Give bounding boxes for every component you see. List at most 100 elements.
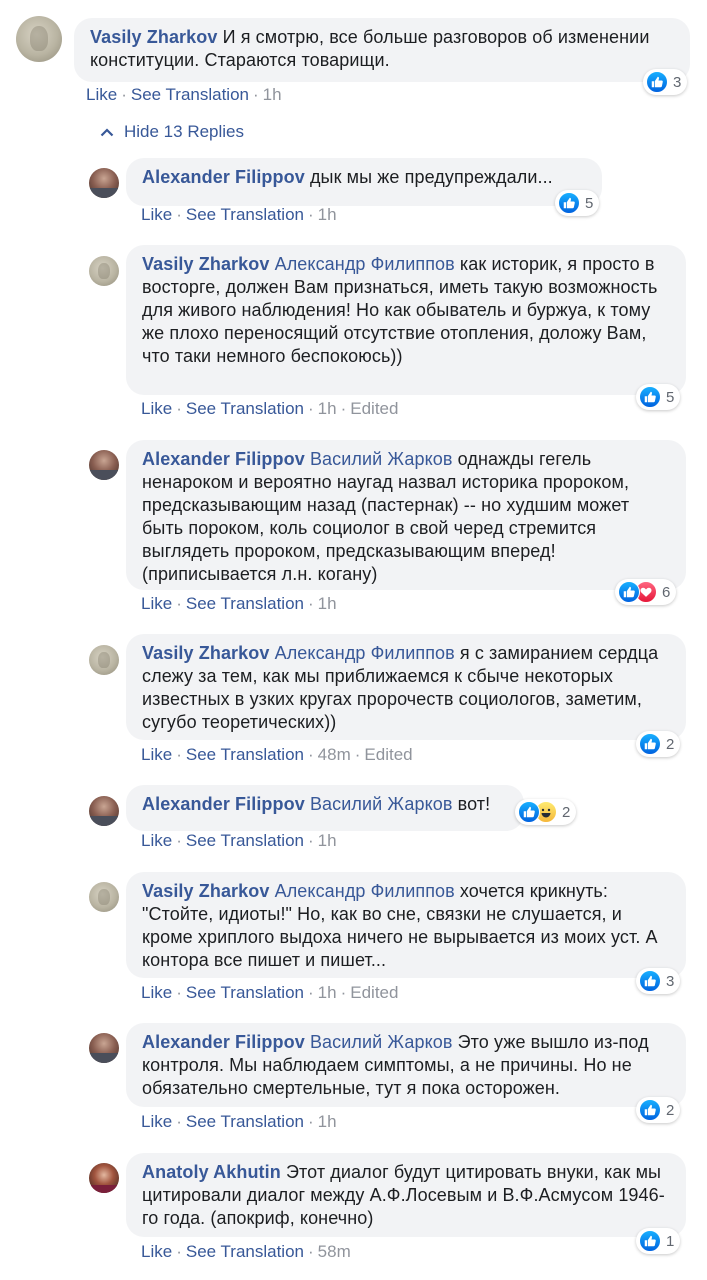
comment-author[interactable]: Vasily Zharkov	[90, 27, 217, 47]
mention-link[interactable]: Василий Жарков	[305, 449, 453, 469]
comment-bubble: Alexander Filippov Василий Жарков вот!	[126, 785, 524, 831]
comment-author[interactable]: Alexander Filippov	[142, 449, 305, 469]
reaction-summary[interactable]: 1	[636, 1228, 681, 1254]
timestamp[interactable]: 1h	[318, 983, 337, 1002]
comment-bubble: Alexander Filippov Василий Жарков Это уж…	[126, 1023, 686, 1107]
avatar[interactable]	[89, 450, 119, 480]
mention-link[interactable]: Василий Жарков	[305, 1032, 453, 1052]
reaction-summary[interactable]: 3	[643, 69, 688, 95]
reaction-count: 2	[666, 735, 675, 753]
timestamp[interactable]: 1h	[318, 205, 337, 224]
comment-actions: Like · See Translation · 1h	[141, 205, 337, 225]
timestamp[interactable]: 1h	[318, 831, 337, 850]
timestamp[interactable]: 58m	[318, 1242, 351, 1261]
chevron-up-icon	[100, 128, 114, 137]
reaction-count: 2	[666, 1101, 675, 1119]
see-translation-link[interactable]: See Translation	[131, 85, 249, 104]
avatar[interactable]	[89, 882, 119, 912]
see-translation-link[interactable]: See Translation	[186, 205, 304, 224]
reaction-count: 1	[666, 1232, 675, 1250]
see-translation-link[interactable]: See Translation	[186, 983, 304, 1002]
comment-text: дык мы же предупреждали...	[304, 167, 553, 187]
like-link[interactable]: Like	[141, 745, 172, 764]
see-translation-link[interactable]: See Translation	[186, 594, 304, 613]
comment-author[interactable]: Vasily Zharkov	[142, 254, 269, 274]
timestamp[interactable]: 48m	[318, 745, 351, 764]
comment-author[interactable]: Alexander Filippov	[142, 794, 305, 814]
like-link[interactable]: Like	[141, 983, 172, 1002]
edited-label[interactable]: Edited	[350, 399, 398, 418]
comment-author[interactable]: Alexander Filippov	[142, 1032, 305, 1052]
mention-link[interactable]: Александр Филиппов	[269, 643, 455, 663]
like-icon	[639, 386, 661, 408]
like-icon	[639, 970, 661, 992]
separator: ·	[176, 983, 182, 1002]
like-link[interactable]: Like	[141, 1112, 172, 1131]
reaction-count: 6	[662, 583, 671, 601]
avatar[interactable]	[89, 1163, 119, 1193]
mention-link[interactable]: Александр Филиппов	[269, 254, 455, 274]
comment-actions: Like · See Translation · 58m	[141, 1242, 351, 1262]
reaction-summary[interactable]: 2	[636, 1097, 681, 1123]
like-link[interactable]: Like	[141, 1242, 172, 1261]
like-link[interactable]: Like	[86, 85, 117, 104]
separator: ·	[176, 205, 182, 224]
hide-replies-button[interactable]: Hide 13 Replies	[100, 122, 244, 142]
reaction-count: 2	[562, 803, 571, 821]
see-translation-link[interactable]: See Translation	[186, 831, 304, 850]
see-translation-link[interactable]: See Translation	[186, 1112, 304, 1131]
avatar[interactable]	[16, 16, 62, 62]
edited-label[interactable]: Edited	[350, 983, 398, 1002]
see-translation-link[interactable]: See Translation	[186, 399, 304, 418]
comment-actions: Like · See Translation · 1h · Edited	[141, 399, 398, 419]
reaction-summary[interactable]: 5	[636, 384, 681, 410]
separator: ·	[176, 745, 182, 764]
reaction-count: 5	[666, 388, 675, 406]
avatar[interactable]	[89, 1033, 119, 1063]
like-icon	[518, 801, 540, 823]
comment-text: однажды гегель ненароком и вероятно науг…	[142, 449, 630, 584]
comment-actions: Like · See Translation · 1h	[86, 85, 282, 105]
comment-author[interactable]: Vasily Zharkov	[142, 881, 269, 901]
timestamp[interactable]: 1h	[318, 1112, 337, 1131]
comment-actions: Like · See Translation · 1h · Edited	[141, 983, 398, 1003]
avatar[interactable]	[89, 256, 119, 286]
like-link[interactable]: Like	[141, 399, 172, 418]
reaction-summary[interactable]: 2	[636, 731, 681, 757]
comment-actions: Like · See Translation · 48m · Edited	[141, 745, 413, 765]
timestamp[interactable]: 1h	[318, 399, 337, 418]
separator: ·	[354, 745, 361, 764]
reaction-count: 5	[585, 194, 594, 212]
comment-bubble: Alexander Filippov дык мы же предупрежда…	[126, 158, 602, 206]
like-link[interactable]: Like	[141, 594, 172, 613]
comment-bubble: Alexander Filippov Василий Жарков однажд…	[126, 440, 686, 590]
comment-author[interactable]: Vasily Zharkov	[142, 643, 269, 663]
reaction-summary[interactable]: 6	[615, 579, 677, 605]
comment-author[interactable]: Alexander Filippov	[142, 167, 305, 187]
timestamp[interactable]: 1h	[263, 85, 282, 104]
like-icon	[646, 71, 668, 93]
timestamp[interactable]: 1h	[318, 594, 337, 613]
mention-link[interactable]: Александр Филиппов	[269, 881, 455, 901]
edited-label[interactable]: Edited	[364, 745, 412, 764]
avatar[interactable]	[89, 796, 119, 826]
separator: ·	[176, 1112, 182, 1131]
separator: ·	[121, 85, 127, 104]
see-translation-link[interactable]: See Translation	[186, 745, 304, 764]
like-link[interactable]: Like	[141, 831, 172, 850]
avatar[interactable]	[89, 168, 119, 198]
comment-bubble: Vasily Zharkov Александр Филиппов хочетс…	[126, 872, 686, 978]
separator: ·	[176, 399, 182, 418]
see-translation-link[interactable]: See Translation	[186, 1242, 304, 1261]
comment-text: вот!	[452, 794, 491, 814]
like-icon	[639, 1230, 661, 1252]
reaction-summary[interactable]: 5	[555, 190, 600, 216]
like-link[interactable]: Like	[141, 205, 172, 224]
reaction-summary[interactable]: 3	[636, 968, 681, 994]
separator: ·	[308, 594, 314, 613]
mention-link[interactable]: Василий Жарков	[305, 794, 453, 814]
reaction-summary[interactable]: 2	[515, 799, 577, 825]
comment-author[interactable]: Anatoly Akhutin	[142, 1162, 281, 1182]
avatar[interactable]	[89, 645, 119, 675]
separator: ·	[340, 983, 347, 1002]
